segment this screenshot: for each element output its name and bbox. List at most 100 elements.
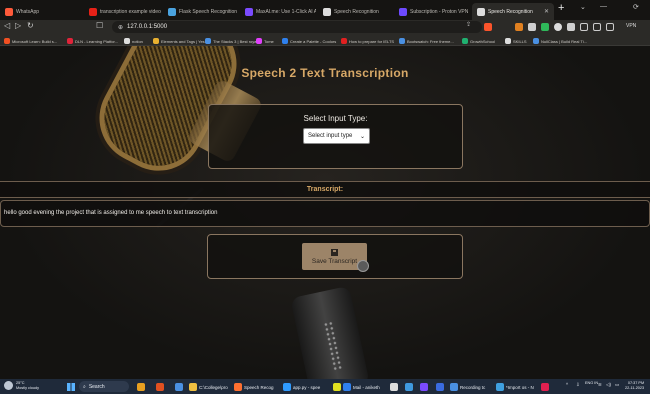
tab-favicon-icon [399, 7, 407, 16]
browser-tab[interactable]: Subscription - Proton VPN [394, 3, 470, 20]
reload-icon[interactable]: ↻ [27, 21, 34, 30]
battery-icon[interactable]: ▭ [615, 382, 619, 388]
bookmark-item[interactable]: notion [124, 37, 143, 45]
taskbar-app[interactable] [390, 382, 398, 392]
taskbar-app-label: C:\College\pro [199, 384, 228, 390]
taskbar-app-label: app.py - spee [293, 384, 321, 390]
extension-icon[interactable] [515, 23, 523, 31]
taskbar-app-label: Speech Recog [244, 384, 274, 390]
page-viewport: Speech 2 Text Transcription Select Input… [0, 46, 650, 379]
taskbar-app[interactable] [541, 382, 549, 392]
app-icon [137, 383, 145, 391]
app-icon [189, 383, 197, 391]
brave-shield-icon[interactable] [484, 23, 492, 31]
taskbar-app[interactable] [420, 382, 428, 392]
tab-search-icon[interactable]: ⌄ [580, 3, 586, 11]
app-icon [175, 383, 183, 391]
bookmark-item[interactable]: GrowthSchool [462, 37, 495, 45]
address-bar[interactable]: ⊕ 127.0.0.1:5000 [112, 21, 482, 33]
taskbar-app[interactable]: C:\College\pro [189, 382, 228, 392]
browser-tab[interactable]: Flask Speech Recognition App [163, 3, 238, 20]
save-icon [331, 248, 338, 256]
browser-toolbar: ◁ ▷ ↻ ☐ ⊕ 127.0.0.1:5000 ⇪ VPN [0, 20, 650, 35]
wifi-icon[interactable]: ≋ [598, 382, 602, 388]
bookmark-label: Create a Palette - Coolors [290, 38, 337, 44]
bookmark-item[interactable]: The Stacks 3 | Best royal... [205, 37, 261, 45]
bookmark-favicon-icon [153, 38, 159, 44]
tab-label: MaxAI.me: Use 1-Click AI Anywhere [256, 8, 316, 15]
taskbar: 25°C Mostly cloudy ⌕ Search ^ ⇩ ENG IN ≋… [0, 379, 650, 394]
bookmark-favicon-icon [256, 38, 262, 44]
bookmark-favicon-icon [205, 38, 211, 44]
tab-favicon-icon [89, 7, 97, 16]
taskbar-app[interactable] [175, 382, 183, 392]
chevron-up-icon[interactable]: ^ [566, 382, 568, 387]
bookmark-favicon-icon [282, 38, 288, 44]
extension-icon[interactable] [554, 23, 562, 31]
bookmark-item[interactable]: SKILLS [505, 37, 527, 45]
minimize-button[interactable]: — [600, 3, 607, 10]
bookmark-label: NullClass | Build Real Ti... [541, 38, 587, 44]
wallet-icon[interactable] [606, 23, 614, 31]
puzzle-icon[interactable] [580, 23, 588, 31]
browser-tab[interactable]: WhatsApp [0, 3, 82, 20]
taskbar-app[interactable] [405, 382, 413, 392]
bookmark-item[interactable]: How to prepare for IELTS [341, 37, 394, 45]
transcript-text: hello good evening the project that is a… [4, 210, 218, 216]
extension-icon[interactable] [567, 23, 575, 31]
taskbar-app[interactable]: Recording tc [450, 382, 485, 392]
transcript-box: hello good evening the project that is a… [0, 200, 650, 227]
window-close-icon[interactable]: ⟳ [633, 3, 639, 11]
forward-icon[interactable]: ▷ [15, 21, 21, 30]
bookmark-icon[interactable]: ☐ [96, 21, 103, 30]
tab-label: Subscription - Proton VPN [410, 8, 469, 15]
bookmark-label: Bootswatch: Free theme... [407, 38, 454, 44]
vpn-button[interactable]: VPN [626, 23, 636, 29]
taskbar-app[interactable] [156, 382, 164, 392]
taskbar-search[interactable]: ⌕ Search [79, 381, 129, 392]
tab-close-icon[interactable]: ✕ [544, 8, 549, 15]
clock[interactable]: 07:37 PM 22-11-2023 [625, 381, 644, 391]
extension-icon[interactable] [528, 23, 536, 31]
taskbar-app[interactable] [137, 382, 145, 392]
taskbar-app[interactable]: *Import os - N [496, 382, 534, 392]
tab-label: WhatsApp [16, 8, 40, 15]
taskbar-app[interactable] [436, 382, 444, 392]
app-icon [156, 383, 164, 391]
back-icon[interactable]: ◁ [4, 21, 10, 30]
tab-favicon-icon [5, 7, 13, 16]
site-info-icon[interactable]: ⊕ [118, 24, 123, 31]
input-type-select[interactable]: Select input type ⌄ [303, 128, 370, 144]
tab-label: Speech Recognition [334, 8, 379, 15]
volume-icon[interactable]: ◁) [606, 382, 611, 388]
browser-tab[interactable]: Speech Recognition ✕ [472, 3, 554, 20]
browser-tab[interactable]: MaxAI.me: Use 1-Click AI Anywhere [240, 3, 316, 20]
bookmark-item[interactable]: Tome [256, 37, 274, 45]
new-tab-button[interactable]: + [558, 2, 564, 14]
bookmark-item[interactable]: DLN - Learning Platfor... [67, 37, 118, 45]
tray-icon[interactable]: ⇩ [576, 382, 580, 388]
taskbar-app[interactable] [333, 382, 341, 392]
browser-tab[interactable]: transcription example video - You [84, 3, 161, 20]
sidebar-icon[interactable] [593, 23, 601, 31]
bookmark-item[interactable]: Create a Palette - Coolors [282, 37, 336, 45]
bookmark-item[interactable]: NullClass | Build Real Ti... [533, 37, 587, 45]
bookmark-item[interactable]: Microsoft Learn: Build s... [4, 37, 57, 45]
extension-icon[interactable] [541, 23, 549, 31]
taskbar-app[interactable]: Speech Recog [234, 382, 274, 392]
tab-favicon-icon [477, 7, 485, 16]
app-icon [541, 383, 549, 391]
share-icon[interactable]: ⇪ [466, 21, 471, 28]
bookmark-item[interactable]: Elements and Tags | Yes... [153, 37, 208, 45]
taskbar-app[interactable]: Mail - aniketh [343, 382, 380, 392]
bookmark-label: SKILLS [513, 38, 527, 44]
language-indicator[interactable]: ENG IN [585, 381, 598, 386]
bookmark-favicon-icon [462, 38, 468, 44]
browser-tab[interactable]: Speech Recognition [318, 3, 392, 20]
save-button-label: Save Transcript [311, 257, 358, 265]
weather-widget[interactable]: 25°C Mostly cloudy [4, 381, 39, 390]
bookmark-label: GrowthSchool [470, 38, 496, 44]
taskbar-app[interactable]: app.py - spee [283, 382, 320, 392]
bookmark-item[interactable]: Bootswatch: Free theme... [399, 37, 454, 45]
windows-start-icon[interactable] [67, 383, 75, 391]
